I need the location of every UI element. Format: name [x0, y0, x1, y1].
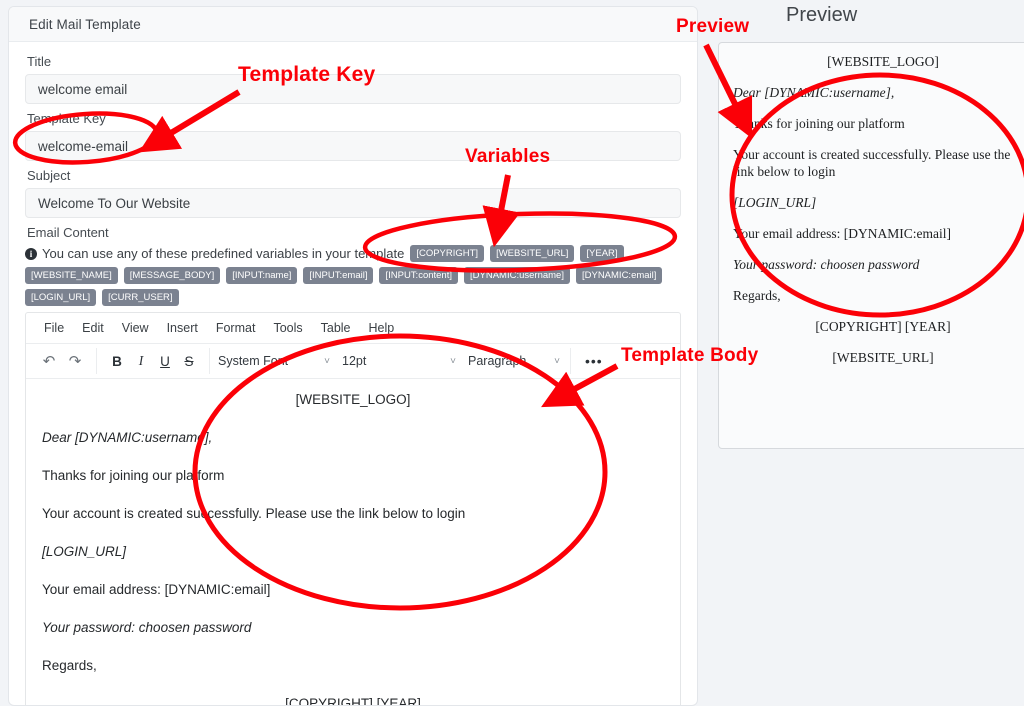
variable-tag[interactable]: [YEAR]	[580, 245, 624, 262]
card-header: Edit Mail Template	[9, 7, 697, 42]
menu-format[interactable]: Format	[216, 321, 256, 335]
page-title: Edit Mail Template	[29, 16, 141, 32]
preview-paragraph: [WEBSITE_LOGO]	[827, 54, 939, 69]
editor-paragraph: Your email address: [DYNAMIC:email]	[42, 582, 271, 597]
font-size-select[interactable]: 12pt ˅	[342, 348, 456, 374]
variable-tag[interactable]: [WEBSITE_URL]	[490, 245, 575, 262]
font-family-value: System Font	[218, 354, 289, 368]
chevron-down-icon: ˅	[324, 355, 330, 367]
variable-tag[interactable]: [DYNAMIC:email]	[575, 267, 663, 284]
subject-input[interactable]: Welcome To Our Website	[25, 188, 681, 218]
editor-paragraph: Thanks for joining our platform	[42, 468, 225, 483]
redo-icon[interactable]: ↷	[62, 348, 88, 374]
editor-paragraph: Dear [DYNAMIC:username],	[42, 430, 213, 445]
italic-button[interactable]: I	[129, 348, 153, 374]
toolbar-divider	[570, 348, 571, 374]
more-options-icon[interactable]: •••	[579, 353, 609, 369]
preview-paragraph: [LOGIN_URL]	[733, 195, 817, 210]
editor-content-area[interactable]: [WEBSITE_LOGO] Dear [DYNAMIC:username], …	[26, 379, 680, 706]
variables-hint-label: You can use any of these predefined vari…	[42, 246, 405, 261]
editor-menubar: File Edit View Insert Format Tools Table…	[26, 313, 680, 344]
template-key-label: Template Key	[27, 111, 106, 126]
font-size-value: 12pt	[342, 354, 367, 368]
editor-paragraph: [WEBSITE_LOGO]	[295, 392, 411, 407]
chevron-down-icon: ˅	[554, 355, 560, 367]
preview-paragraph: Thanks for joining our platform	[733, 116, 905, 131]
annotation-label-variables: Variables	[465, 146, 551, 167]
editor-paragraph: Your account is created successfully. Pl…	[42, 506, 466, 521]
preview-paragraph: Regards,	[733, 288, 781, 303]
info-circle-icon: i	[25, 247, 37, 260]
block-format-select[interactable]: Paragraph ˅	[468, 348, 560, 374]
toolbar-divider	[209, 348, 210, 374]
page-root: Edit Mail Template Title welcome email T…	[0, 0, 1024, 706]
variable-tag[interactable]: [COPYRIGHT]	[410, 245, 485, 262]
editor-paragraph: Regards,	[42, 658, 97, 673]
variable-tag[interactable]: [DYNAMIC:username]	[464, 267, 570, 284]
menu-tools[interactable]: Tools	[273, 321, 302, 335]
editor-paragraph: [COPYRIGHT] [YEAR]	[285, 696, 421, 706]
chevron-down-icon: ˅	[450, 355, 456, 367]
preview-paragraph: Your email address: [DYNAMIC:email]	[733, 226, 951, 241]
preview-paragraph: Your account is created successfully. Pl…	[733, 147, 1011, 179]
variable-tag[interactable]: [INPUT:content]	[379, 267, 458, 284]
undo-icon[interactable]: ↶	[36, 348, 62, 374]
menu-table[interactable]: Table	[321, 321, 351, 335]
variable-tag[interactable]: [LOGIN_URL]	[25, 289, 97, 306]
variable-tag[interactable]: [WEBSITE_NAME]	[25, 267, 118, 284]
editor-paragraph: Your password: choosen password	[42, 620, 252, 635]
menu-file[interactable]: File	[44, 321, 64, 335]
email-content-label: Email Content	[27, 225, 109, 240]
preview-paragraph: Dear [DYNAMIC:username],	[733, 85, 895, 100]
editor-toolbar: ↶ ↷ B I U S System Font ˅ 12pt ˅ Paragra…	[26, 344, 680, 379]
underline-button[interactable]: U	[153, 348, 177, 374]
font-family-select[interactable]: System Font ˅	[218, 348, 330, 374]
menu-view[interactable]: View	[122, 321, 149, 335]
editor-paragraph: [LOGIN_URL]	[42, 544, 127, 559]
variables-hint-row: i You can use any of these predefined va…	[25, 245, 681, 306]
annotation-label-template-key: Template Key	[238, 63, 376, 86]
preview-title: Preview	[786, 4, 858, 26]
menu-help[interactable]: Help	[369, 321, 395, 335]
preview-paragraph: [COPYRIGHT] [YEAR]	[815, 319, 951, 334]
variable-tag[interactable]: [INPUT:email]	[303, 267, 374, 284]
card-body: Title welcome email Template Key welcome…	[9, 42, 697, 706]
menu-insert[interactable]: Insert	[167, 321, 198, 335]
preview-paragraph: Your password: choosen password	[733, 257, 920, 272]
preview-panel: [WEBSITE_LOGO] Dear [DYNAMIC:username], …	[718, 42, 1024, 449]
variable-tag[interactable]: [MESSAGE_BODY]	[123, 267, 221, 284]
toolbar-divider	[96, 348, 97, 374]
subject-label: Subject	[27, 168, 71, 183]
edit-mail-template-card: Edit Mail Template Title welcome email T…	[8, 6, 698, 706]
strikethrough-button[interactable]: S	[177, 348, 201, 374]
annotation-label-preview: Preview	[676, 16, 750, 37]
rich-text-editor: File Edit View Insert Format Tools Table…	[25, 312, 681, 706]
variables-hint-text: i You can use any of these predefined va…	[25, 246, 404, 261]
variable-tag[interactable]: [INPUT:name]	[226, 267, 298, 284]
template-key-input[interactable]: welcome-email	[25, 131, 681, 161]
block-format-value: Paragraph	[468, 354, 527, 368]
annotation-label-template-body: Template Body	[621, 345, 759, 366]
bold-button[interactable]: B	[105, 348, 129, 374]
menu-edit[interactable]: Edit	[82, 321, 104, 335]
preview-paragraph: [WEBSITE_URL]	[832, 350, 934, 365]
variable-tag[interactable]: [CURR_USER]	[102, 289, 179, 306]
